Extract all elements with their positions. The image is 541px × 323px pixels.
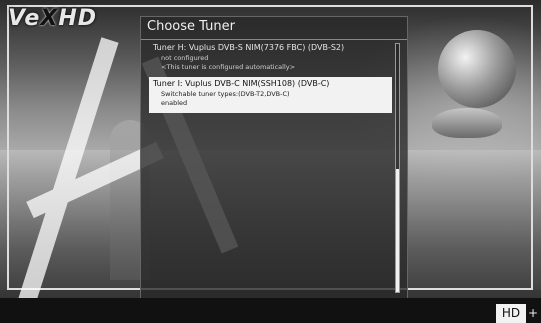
dialog-title: Choose Tuner [147,19,235,34]
logo-x: X [40,6,59,31]
brand-logo: VeXHD [8,6,97,31]
scrollbar[interactable] [395,43,400,293]
hd-badge: HD [496,304,526,323]
tuner-list-item-i[interactable]: Tuner I: Vuplus DVB-C NIM(SSH108) (DVB-C… [149,77,392,113]
tuner-list: Tuner H: Vuplus DVB-S NIM(7376 FBC) (DVB… [149,41,392,113]
logo-suffix: HD [58,6,98,31]
tuner-note: <This tuner is configured automatically> [161,62,296,71]
tuner-name: Tuner I: Vuplus DVB-C NIM(SSH108) (DVB-C… [153,79,330,88]
scrollbar-thumb[interactable] [396,169,399,292]
status-bar [0,298,541,323]
choose-tuner-dialog: Choose Tuner Tuner H: Vuplus DVB-S NIM(7… [140,16,408,300]
title-divider [141,39,407,40]
tuner-name: Tuner H: Vuplus DVB-S NIM(7376 FBC) (DVB… [153,43,345,52]
tuner-status: not configured [161,54,209,62]
logo-prefix: Ve [8,6,41,31]
tuner-types: Switchable tuner types:(DVB-T2,DVB-C) [161,90,290,98]
tuner-status: enabled [161,98,188,107]
plus-indicator: + [528,306,539,320]
tuner-list-item-h[interactable]: Tuner H: Vuplus DVB-S NIM(7376 FBC) (DVB… [149,41,392,77]
